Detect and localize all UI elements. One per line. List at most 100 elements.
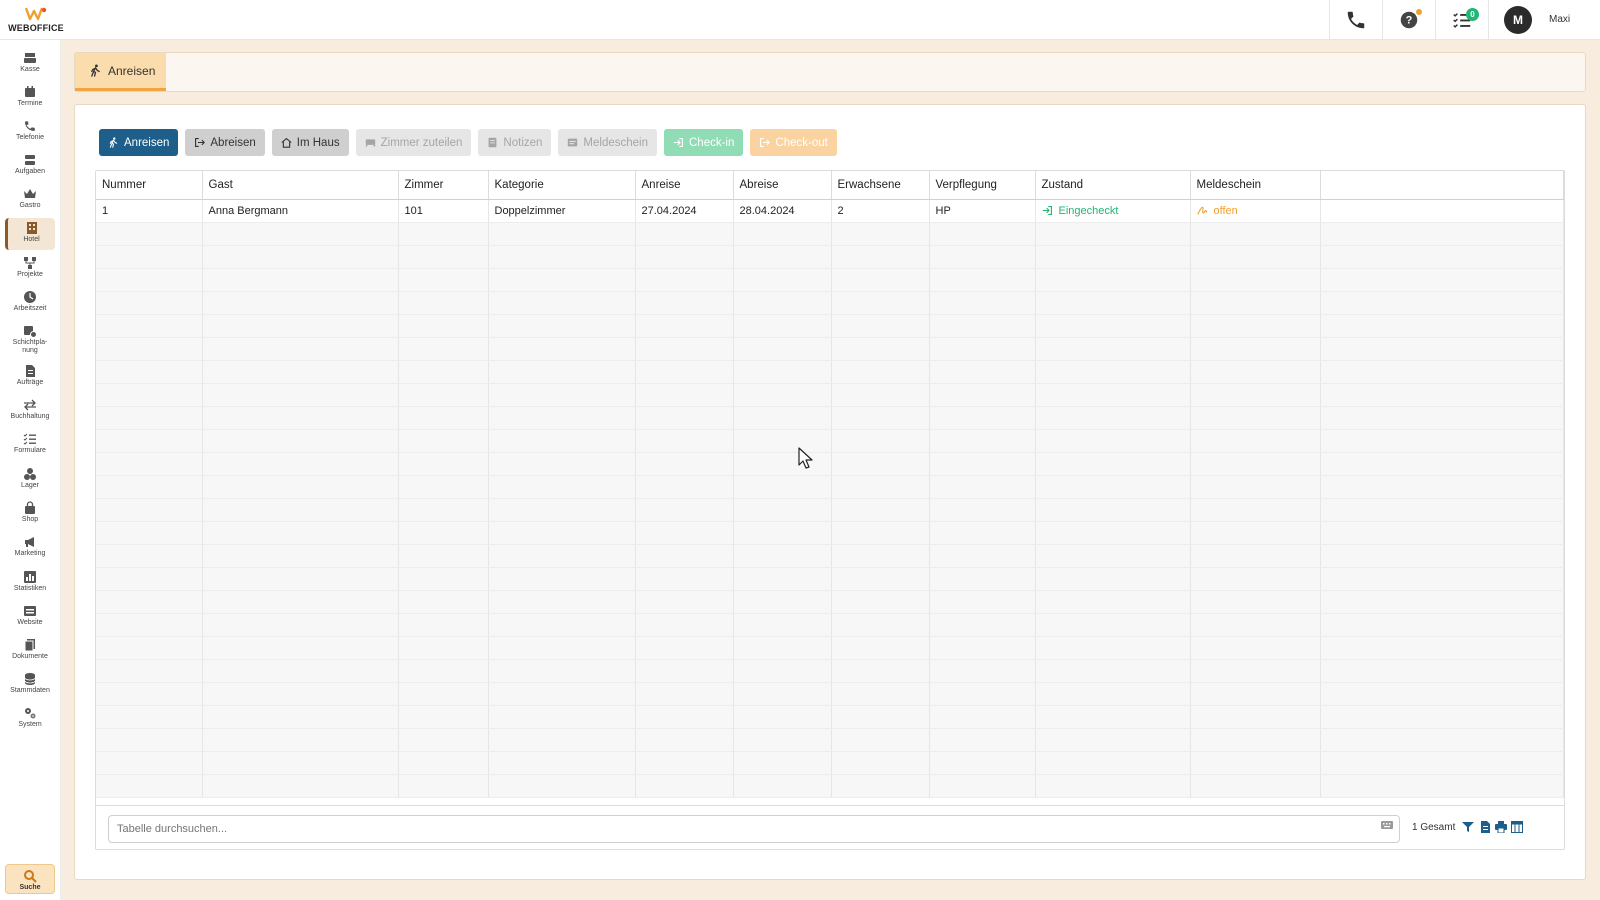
empty-cell <box>1035 452 1191 476</box>
empty-cell <box>488 613 636 637</box>
empty-cell <box>1190 452 1321 476</box>
check-out-button[interactable]: Check-out <box>750 129 837 156</box>
empty-cell <box>398 383 489 407</box>
columns-icon[interactable] <box>1511 821 1523 833</box>
sidebar-item-termine[interactable]: Termine <box>5 82 55 114</box>
empty-cell <box>1035 682 1191 706</box>
anreisen-button[interactable]: Anreisen <box>99 129 179 156</box>
column-header-zimmer[interactable]: Zimmer <box>398 171 489 200</box>
abreisen-button[interactable]: Abreisen <box>185 129 265 156</box>
column-header-nummer[interactable]: Nummer <box>96 171 203 200</box>
tab-anreisen[interactable]: Anreisen <box>75 53 166 91</box>
sidebar-item-label: Buchhaltung <box>10 413 50 420</box>
empty-cell <box>1035 544 1191 568</box>
empty-cell <box>488 682 636 706</box>
empty-cell <box>96 291 203 315</box>
sidebar-item-schichtplanung[interactable]: Schichtpla-nung <box>5 321 55 359</box>
empty-cell <box>202 475 399 499</box>
empty-cell <box>635 337 734 361</box>
sidebar-item-auftraege[interactable]: Aufträge <box>5 361 55 393</box>
sidebar-item-lager[interactable]: Lager <box>5 464 55 496</box>
table-header-row: Nummer Gast Zimmer Kategorie Anreise Abr… <box>96 171 1564 200</box>
empty-cell <box>96 659 203 683</box>
sidebar-item-dokumente[interactable]: Dokumente <box>5 635 55 667</box>
logo[interactable]: WEBOFFICE <box>0 0 72 40</box>
empty-cell <box>635 406 734 430</box>
empty-cell <box>831 659 930 683</box>
sidebar-item-telefonie[interactable]: Telefonie <box>5 116 55 148</box>
print-icon[interactable] <box>1495 821 1507 833</box>
empty-cell <box>929 222 1036 246</box>
empty-cell <box>733 360 832 384</box>
empty-cell <box>96 613 203 637</box>
user-menu[interactable]: M Maxi <box>1488 0 1600 40</box>
filter-icon[interactable] <box>1462 821 1474 833</box>
empty-cell <box>398 498 489 522</box>
empty-cell <box>1035 475 1191 499</box>
column-header-abreise[interactable]: Abreise <box>733 171 832 200</box>
sidebar-item-system[interactable]: System <box>5 703 55 735</box>
export-icon[interactable] <box>1479 821 1491 833</box>
sidebar-item-arbeitszeit[interactable]: Arbeitszeit <box>5 287 55 319</box>
column-header-kategorie[interactable]: Kategorie <box>488 171 636 200</box>
help-button[interactable]: ? <box>1382 0 1435 40</box>
sidebar-search-button[interactable]: Suche <box>5 864 55 894</box>
sidebar-item-hotel[interactable]: Hotel <box>5 218 55 250</box>
empty-cell <box>1035 383 1191 407</box>
im-haus-button[interactable]: Im Haus <box>271 129 349 156</box>
sidebar-item-buchhaltung[interactable]: Buchhaltung <box>5 395 55 427</box>
sidebar-item-marketing[interactable]: Marketing <box>5 532 55 564</box>
empty-cell <box>96 222 203 246</box>
phone-button[interactable] <box>1329 0 1382 40</box>
tasks-button[interactable]: 0 <box>1435 0 1488 40</box>
empty-cell <box>398 475 489 499</box>
keyboard-icon[interactable] <box>1381 821 1393 831</box>
table-row[interactable]: 1 Anna Bergmann 101 Doppelzimmer 27.04.2… <box>96 199 1564 223</box>
sidebar-item-shop[interactable]: Shop <box>5 498 55 530</box>
empty-cell <box>96 567 203 591</box>
svg-text:?: ? <box>1406 14 1413 26</box>
notizen-button[interactable]: Notizen <box>478 129 552 156</box>
empty-cell <box>398 452 489 476</box>
empty-cell <box>733 544 832 568</box>
table-search-input[interactable] <box>108 815 1400 843</box>
empty-cell <box>635 659 734 683</box>
empty-cell <box>635 429 734 453</box>
sidebar-item-stammdaten[interactable]: Stammdaten <box>5 669 55 701</box>
empty-cell <box>398 567 489 591</box>
zimmer-zuteilen-button[interactable]: Zimmer zuteilen <box>355 129 472 156</box>
empty-cell <box>733 222 832 246</box>
sidebar-item-website[interactable]: Website <box>5 601 55 633</box>
sidebar-item-formulare[interactable]: Formulare <box>5 429 55 461</box>
empty-cell <box>1190 590 1321 614</box>
empty-cell <box>1320 337 1564 361</box>
empty-row <box>96 222 1564 246</box>
column-header-anreise[interactable]: Anreise <box>635 171 734 200</box>
sidebar-item-aufgaben[interactable]: Aufgaben <box>5 150 55 182</box>
column-header-meldeschein[interactable]: Meldeschein <box>1190 171 1321 200</box>
sidebar-item-kasse[interactable]: Kasse <box>5 48 55 80</box>
empty-cell <box>733 751 832 775</box>
chart-icon <box>23 570 37 584</box>
empty-row <box>96 291 1564 315</box>
column-header-zustand[interactable]: Zustand <box>1035 171 1191 200</box>
sidebar-item-statistiken[interactable]: Statistiken <box>5 567 55 599</box>
column-header-erwachsene[interactable]: Erwachsene <box>831 171 930 200</box>
empty-cell <box>733 659 832 683</box>
empty-cell <box>398 613 489 637</box>
check-in-button[interactable]: Check-in <box>664 129 744 156</box>
meldeschein-button[interactable]: Meldeschein <box>558 129 657 156</box>
empty-cell <box>398 751 489 775</box>
sidebar-item-gastro[interactable]: Gastro <box>5 184 55 216</box>
column-header-verpflegung[interactable]: Verpflegung <box>929 171 1036 200</box>
empty-cell <box>96 682 203 706</box>
empty-cell <box>202 636 399 660</box>
sidebar-item-projekte[interactable]: Projekte <box>5 253 55 285</box>
column-header-gast[interactable]: Gast <box>202 171 399 200</box>
empty-cell <box>96 429 203 453</box>
empty-cell <box>831 291 930 315</box>
empty-row <box>96 590 1564 614</box>
empty-cell <box>488 705 636 729</box>
empty-cell <box>1320 751 1564 775</box>
empty-cell <box>733 498 832 522</box>
